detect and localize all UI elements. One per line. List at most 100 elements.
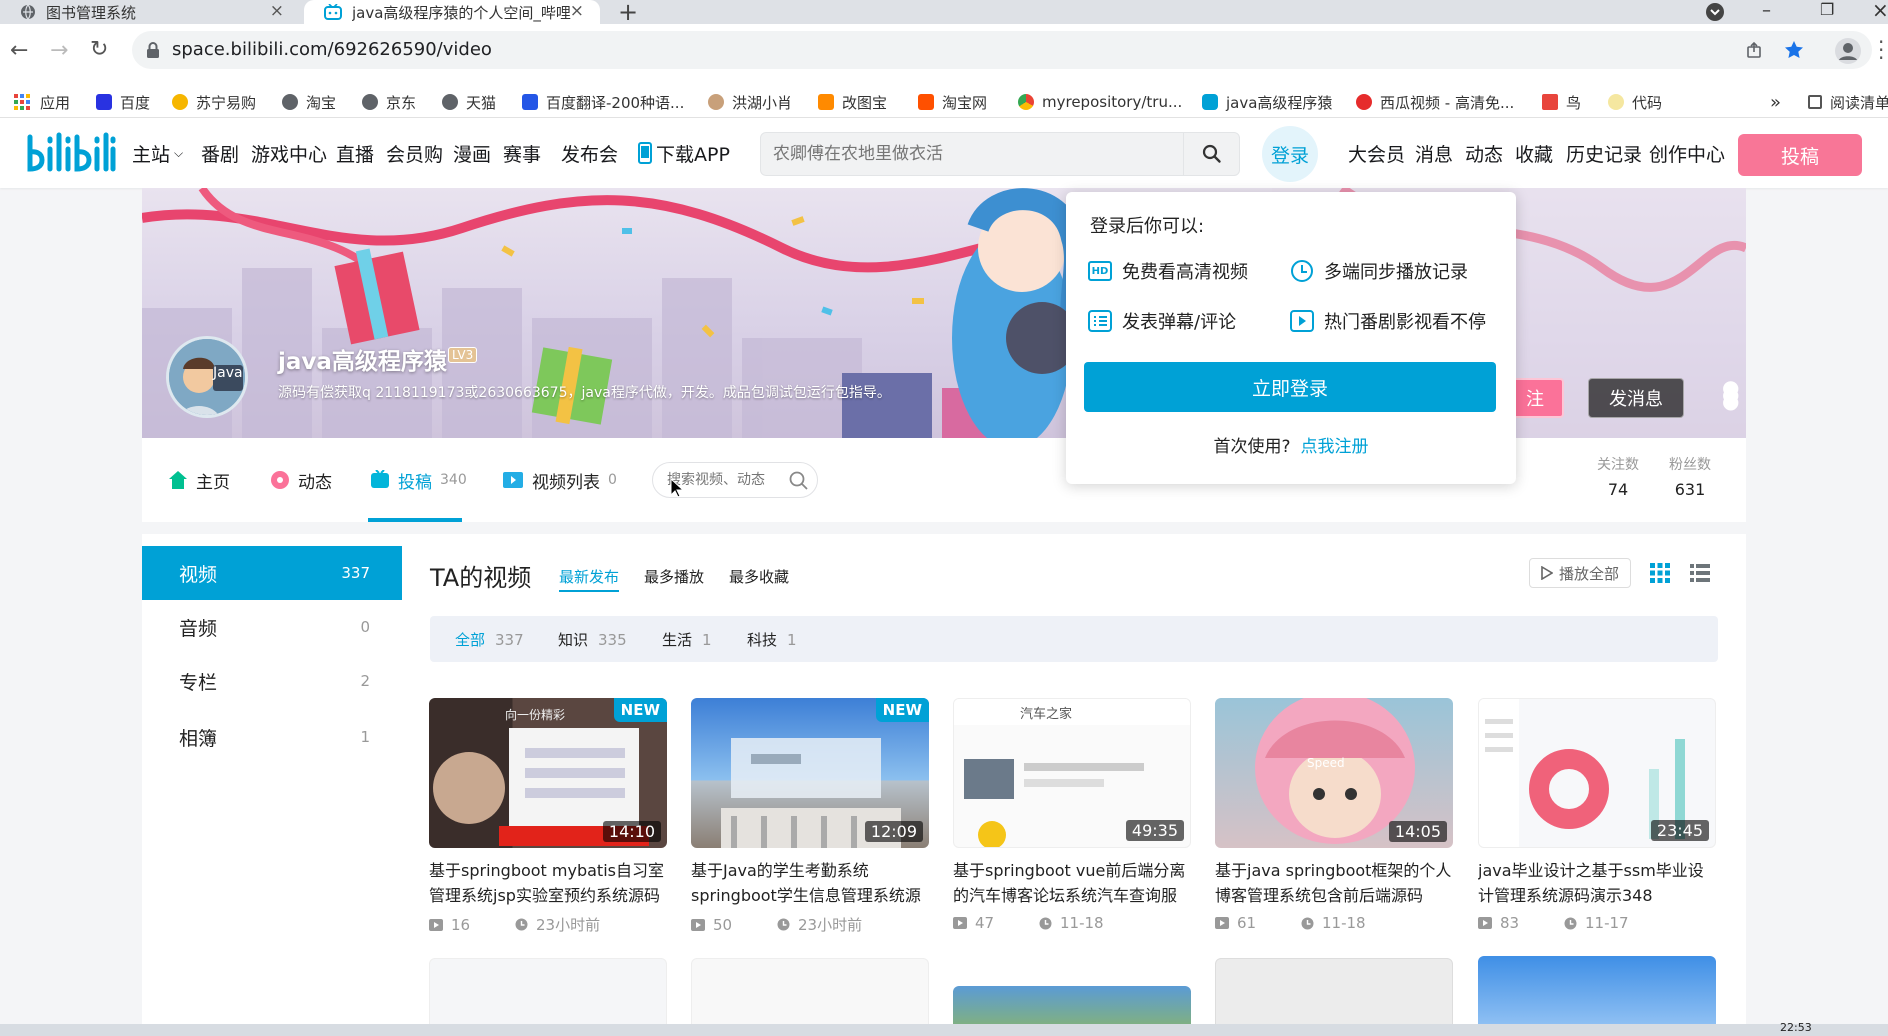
nav-favorites[interactable]: 收藏 xyxy=(1515,118,1553,188)
nav-event[interactable]: 发布会 xyxy=(561,118,618,188)
video-thumbnail[interactable]: Speed 14:05 xyxy=(1215,698,1453,848)
followers-stat[interactable]: 粉丝数 631 xyxy=(1660,454,1720,499)
sidebar-item-article[interactable]: 专栏 2 xyxy=(142,654,402,708)
video-card[interactable]: NEW 12:09 基于Java的学生考勤系统springboot学生信息管理系… xyxy=(691,698,929,935)
nav-download-app[interactable]: 下载APP xyxy=(638,118,730,188)
nav-game-center[interactable]: 游戏中心 xyxy=(251,118,327,188)
menu-kebab-icon[interactable]: · · · xyxy=(1878,32,1884,68)
bookmark-star-icon[interactable] xyxy=(1784,40,1804,60)
list-view-icon[interactable] xyxy=(1690,563,1710,583)
video-title[interactable]: 基于springboot vue前后端分离的汽车博客论坛系统汽车查询服务平 xyxy=(953,858,1191,908)
new-tab-plus-icon[interactable]: + xyxy=(618,0,638,26)
bookmark-gaitubao[interactable]: 改图宝 xyxy=(818,86,887,118)
reading-list[interactable]: 阅读清单 xyxy=(1808,86,1888,118)
nav-dynamic[interactable]: 动态 xyxy=(1465,118,1503,188)
video-thumbnail[interactable]: NEW 12:09 xyxy=(691,698,929,848)
search-input[interactable] xyxy=(773,133,1173,175)
address-bar[interactable]: space.bilibili.com/692626590/video xyxy=(132,31,1872,69)
bookmarks-overflow-button[interactable]: » xyxy=(1770,86,1781,118)
filter-knowledge[interactable]: 知识 335 xyxy=(558,629,627,650)
tab-video-list[interactable]: 视频列表 0 xyxy=(502,438,617,522)
video-title[interactable]: 基于Java的学生考勤系统springboot学生信息管理系统源码 xyxy=(691,858,929,908)
tab-search-icon[interactable] xyxy=(1706,3,1724,21)
bookmark-java-space[interactable]: java高级程序猿 xyxy=(1202,86,1332,118)
sort-most-favorited[interactable]: 最多收藏 xyxy=(729,566,789,587)
profile-search-input[interactable] xyxy=(667,463,785,497)
nav-vip[interactable]: 大会员 xyxy=(1348,118,1405,188)
profile-avatar[interactable]: Java xyxy=(166,336,248,418)
play-all-button[interactable]: 播放全部 xyxy=(1529,558,1631,588)
window-minimize-icon[interactable]: – xyxy=(1762,0,1771,21)
back-arrow-icon[interactable]: ← xyxy=(10,38,28,63)
video-thumbnail[interactable]: 向一份精彩 NEW 14:10 xyxy=(429,698,667,848)
bookmark-xigua[interactable]: 西瓜视频 - 高清免... xyxy=(1356,86,1514,118)
video-card[interactable]: 汽车之家 49:35 基于springboot vue前后端分离的汽车博客论坛系… xyxy=(953,698,1191,932)
bookmark-baidu[interactable]: 百度 xyxy=(96,86,150,118)
filter-all[interactable]: 全部 337 xyxy=(455,629,524,650)
sidebar-item-audio[interactable]: 音频 0 xyxy=(142,600,402,654)
nav-match[interactable]: 赛事 xyxy=(503,118,541,188)
sort-newest[interactable]: 最新发布 xyxy=(559,566,620,592)
browser-tab-2-active[interactable]: java高级程序猿的个人空间_哔哩 × xyxy=(304,0,600,24)
following-stat[interactable]: 关注数 74 xyxy=(1588,454,1648,499)
search-button[interactable] xyxy=(1183,133,1240,175)
video-thumbnail[interactable]: 汽车之家 49:35 xyxy=(953,698,1191,848)
profile-avatar-icon[interactable] xyxy=(1835,38,1861,64)
nav-live[interactable]: 直播 xyxy=(336,118,374,188)
more-kebab-icon[interactable]: ● ● ● xyxy=(1722,377,1739,411)
filter-tech[interactable]: 科技 1 xyxy=(747,629,797,650)
grid-view-icon[interactable] xyxy=(1650,563,1670,583)
nav-main-site[interactable]: 主站 ⌵ xyxy=(132,118,183,188)
bookmark-jd[interactable]: 京东 xyxy=(362,86,416,118)
bookmark-taobao[interactable]: 淘宝 xyxy=(282,86,336,118)
send-message-button[interactable]: 发消息 xyxy=(1588,378,1684,418)
bookmark-baidu-translate[interactable]: 百度翻译-200种语... xyxy=(522,86,684,118)
bilibili-logo[interactable] xyxy=(24,131,116,175)
video-card[interactable]: Speed 14:05 基于java springboot框架的个人博客管理系统… xyxy=(1215,698,1453,932)
bookmark-taobao-net[interactable]: 淘宝网 xyxy=(918,86,987,118)
bookmark-myrepository[interactable]: myrepository/tru... xyxy=(1018,86,1182,118)
window-close-icon[interactable]: × xyxy=(1872,0,1888,22)
sidebar-item-video[interactable]: 视频 337 xyxy=(142,546,402,600)
share-icon[interactable] xyxy=(1746,41,1764,59)
nav-messages[interactable]: 消息 xyxy=(1415,118,1453,188)
upload-button[interactable]: 投稿 xyxy=(1738,134,1862,176)
nav-history[interactable]: 历史记录 xyxy=(1566,118,1642,188)
video-card[interactable]: 向一份精彩 NEW 14:10 基于springboot mybatis自习室管… xyxy=(429,698,667,935)
tab-close-icon[interactable]: × xyxy=(570,1,584,21)
video-card[interactable]: 23:45 java毕业设计之基于ssm毕业设计管理系统源码演示348 83 11… xyxy=(1478,698,1716,932)
register-link[interactable]: 点我注册 xyxy=(1301,437,1369,457)
nav-mall[interactable]: 会员购 xyxy=(386,118,443,188)
bookmark-tmall[interactable]: 天猫 xyxy=(442,86,496,118)
browser-tab-1[interactable]: 图书管理系统 × xyxy=(0,0,300,24)
play-count: 61 xyxy=(1237,914,1257,932)
login-avatar-button[interactable]: 登录 xyxy=(1262,126,1318,182)
bookmark-code[interactable]: 代码 xyxy=(1608,86,1662,118)
filter-life[interactable]: 生活 1 xyxy=(662,629,712,650)
sidebar-item-album[interactable]: 相簿 1 xyxy=(142,710,402,764)
login-now-button[interactable]: 立即登录 xyxy=(1084,362,1496,412)
nav-manga[interactable]: 漫画 xyxy=(453,118,491,188)
tab-close-icon[interactable]: × xyxy=(270,1,284,21)
video-thumbnail[interactable]: 23:45 xyxy=(1478,698,1716,848)
forward-arrow-icon[interactable]: → xyxy=(50,38,68,63)
stat-label: 粉丝数 xyxy=(1669,457,1711,473)
tab-submissions[interactable]: 投稿 340 xyxy=(370,438,467,522)
nav-bangumi[interactable]: 番剧 xyxy=(201,118,239,188)
tab-dynamic[interactable]: 动态 xyxy=(270,438,332,522)
bookmark-apps[interactable]: 应用 xyxy=(14,86,70,118)
search-icon[interactable] xyxy=(789,471,809,491)
search-box xyxy=(760,132,1240,176)
bookmark-suning[interactable]: 苏宁易购 xyxy=(172,86,256,118)
filter-label: 全部 xyxy=(455,631,486,649)
window-restore-icon[interactable]: ❐ xyxy=(1820,0,1834,19)
bookmark-bird[interactable]: 鸟 xyxy=(1542,86,1581,118)
video-title[interactable]: 基于java springboot框架的个人博客管理系统包含前后端源码h349 xyxy=(1215,858,1453,908)
tab-home[interactable]: 主页 xyxy=(168,438,230,522)
sort-most-played[interactable]: 最多播放 xyxy=(644,566,704,587)
nav-creator-center[interactable]: 创作中心 xyxy=(1649,118,1725,188)
bookmark-honghu[interactable]: 洪湖小肖 xyxy=(708,86,792,118)
video-title[interactable]: java毕业设计之基于ssm毕业设计管理系统源码演示348 xyxy=(1478,858,1716,908)
video-title[interactable]: 基于springboot mybatis自习室管理系统jsp实验室预约系统源码3… xyxy=(429,858,667,908)
reload-icon[interactable]: ↻ xyxy=(90,37,108,62)
